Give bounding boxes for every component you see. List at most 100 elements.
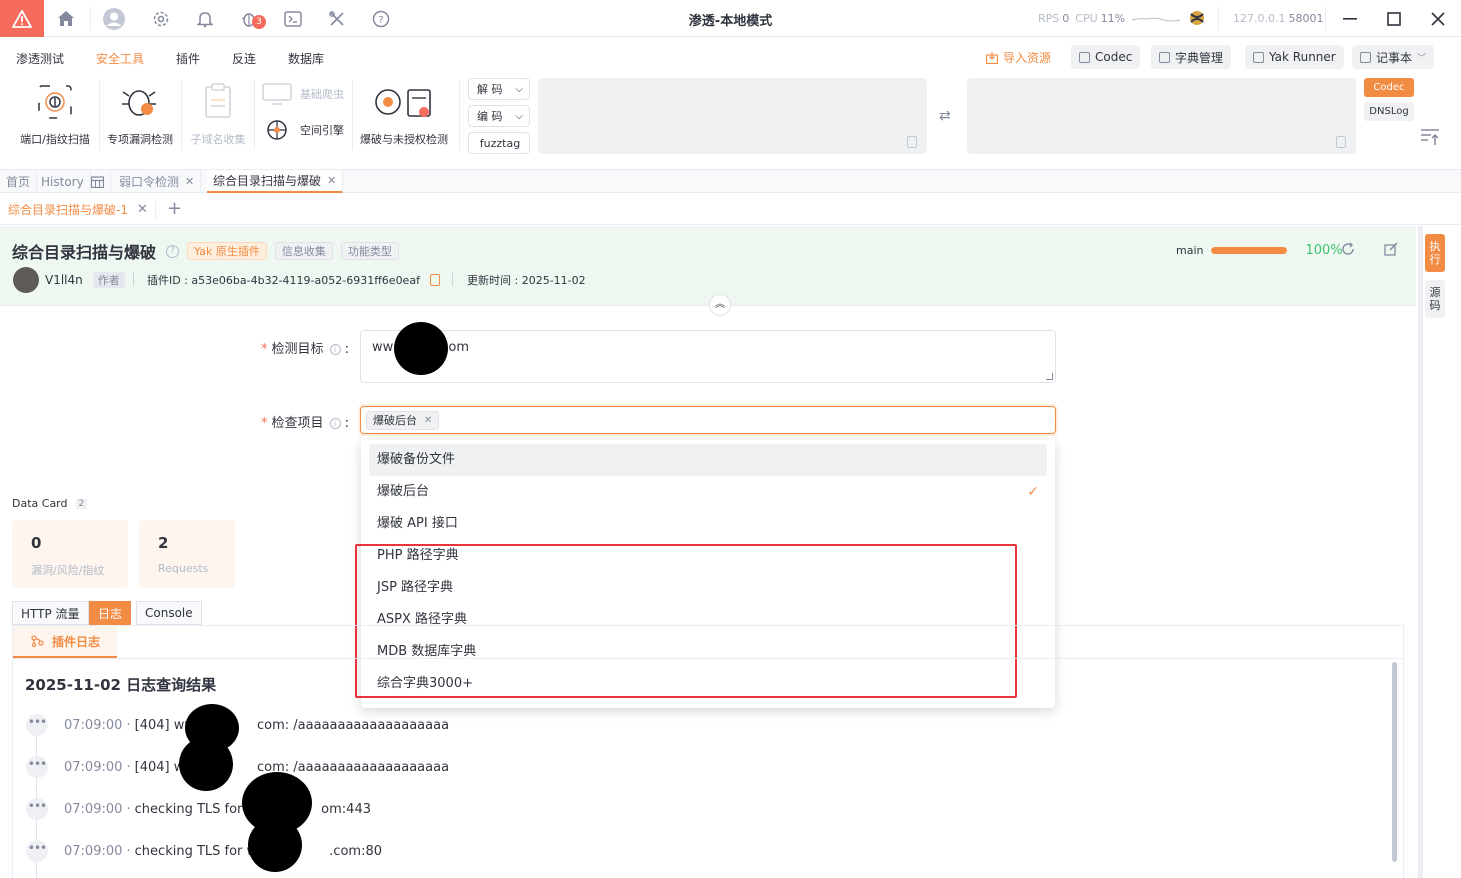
yak-logo-icon	[1187, 8, 1207, 31]
sub-tab-dir-scan-1[interactable]: 综合目录扫描与爆破-1 ✕	[8, 201, 148, 218]
plugin-log-tab[interactable]: 插件日志	[13, 626, 117, 658]
gear-icon[interactable]	[139, 0, 183, 37]
menu-security-tools[interactable]: 安全工具	[96, 50, 144, 67]
tools-icon[interactable]	[315, 0, 359, 37]
source-button[interactable]: 源码	[1425, 280, 1445, 318]
close-icon[interactable]: ✕	[424, 415, 432, 426]
target-input[interactable]: ww com	[360, 330, 1056, 383]
import-resource-label: 导入资源	[1003, 51, 1052, 65]
tool-vuln-scan[interactable]: 专项漏洞检测	[103, 82, 177, 147]
data-card-title: Data Card	[12, 497, 68, 510]
warning-logo-icon[interactable]	[0, 0, 44, 37]
collapse-header-icon[interactable]: ︽	[709, 294, 731, 316]
tool-brute[interactable]: 爆破与未授权检测	[357, 82, 451, 147]
close-icon[interactable]: ✕	[327, 174, 336, 187]
minimize-icon[interactable]	[1328, 0, 1372, 37]
home-icon[interactable]	[44, 0, 88, 37]
tool-subdomain-label: 子域名收集	[190, 133, 246, 146]
tab-history[interactable]: History	[35, 170, 91, 193]
crawler-monitor-icon	[262, 83, 292, 105]
redaction-mark	[248, 818, 302, 872]
menu-plugins[interactable]: 插件	[176, 50, 200, 67]
log-scrollbar[interactable]	[1392, 662, 1397, 862]
tab-calendar[interactable]	[85, 170, 111, 193]
data-card-risk[interactable]: 0 漏洞/风险/指纹	[12, 520, 128, 588]
help-icon[interactable]: ?	[359, 0, 403, 37]
option-api-endpoint[interactable]: 爆破 API 接口	[369, 508, 1047, 540]
selected-tag-label: 爆破后台	[373, 414, 417, 427]
option-php-dict[interactable]: PHP 路径字典	[369, 540, 1047, 572]
bell-icon[interactable]	[183, 0, 227, 37]
option-admin-panel[interactable]: 爆破后台 ✓	[369, 476, 1047, 508]
more-icon[interactable]: •••	[26, 840, 48, 862]
decode-select[interactable]: 解 码 ⌵	[468, 78, 530, 100]
codec-output-area[interactable]	[967, 78, 1356, 154]
rail-scrollbar[interactable]	[1419, 226, 1423, 878]
maximize-icon[interactable]	[1372, 0, 1416, 37]
swap-icon[interactable]: ⇄	[939, 108, 951, 124]
user-avatar-icon[interactable]	[92, 0, 136, 37]
data-card-requests[interactable]: 2 Requests	[139, 520, 235, 588]
import-resource-button[interactable]: 导入资源	[986, 49, 1051, 66]
tool-port-scan[interactable]: 端口/指纹扫描	[14, 82, 96, 147]
tab-http-traffic[interactable]: HTTP 流量	[12, 601, 89, 625]
menu-pentest[interactable]: 渗透测试	[16, 50, 64, 67]
menu-database[interactable]: 数据库	[288, 50, 324, 67]
notebook-button[interactable]: 记事本 ﹀	[1352, 45, 1435, 69]
encode-label: 编 码	[477, 110, 503, 123]
refresh-icon[interactable]	[1341, 242, 1355, 259]
terminal-icon[interactable]	[271, 0, 315, 37]
log-text-b: .com:80	[329, 843, 382, 859]
close-window-icon[interactable]	[1416, 0, 1460, 37]
copy-icon[interactable]	[907, 136, 917, 148]
encode-select[interactable]: 编 码 ⌵	[468, 105, 530, 127]
dnslog-chip[interactable]: DNSLog	[1364, 102, 1414, 121]
tab-logs[interactable]: 日志	[89, 601, 132, 625]
codec-button[interactable]: Codec	[1071, 45, 1141, 69]
option-label: 爆破备份文件	[377, 452, 456, 467]
subdomain-doc-icon	[205, 83, 231, 118]
edit-icon[interactable]	[1384, 242, 1398, 259]
chevron-down-icon: ﹀	[1417, 53, 1427, 64]
progress-fill	[1211, 247, 1288, 254]
author-name: V1ll4n	[45, 273, 83, 287]
more-icon[interactable]: •••	[26, 756, 48, 778]
tab-dir-scan[interactable]: 综合目录扫描与爆破 ✕	[207, 170, 344, 193]
cpu-value: 11%	[1100, 12, 1126, 25]
copy-icon[interactable]	[1336, 136, 1346, 148]
yak-runner-button[interactable]: Yak Runner	[1245, 45, 1344, 69]
help-circle-icon[interactable]: ?	[166, 244, 180, 258]
copy-icon[interactable]	[429, 274, 440, 286]
log-entry: ••• 07:09:00 · checking TLS for w .com:8…	[26, 840, 382, 862]
tool-space-engine[interactable]: 空间引擎	[262, 117, 344, 143]
tab-weak-password[interactable]: 弱口令检测 ✕	[113, 170, 202, 193]
tool-subdomain[interactable]: 子域名收集	[186, 82, 250, 147]
items-multiselect[interactable]: 爆破后台 ✕	[360, 406, 1056, 434]
codec-input-area[interactable]	[538, 78, 927, 154]
add-tab-icon[interactable]: +	[167, 198, 182, 219]
log-text-b: com: /aaaaaaaaaaaaaaaaaaa	[257, 717, 450, 733]
dict-manage-button[interactable]: 字典管理	[1151, 45, 1232, 69]
bug-icon[interactable]: 3	[227, 0, 271, 37]
more-icon[interactable]: •••	[26, 798, 48, 820]
exec-button[interactable]: 执行	[1425, 234, 1445, 272]
codec-chip[interactable]: Codec	[1364, 78, 1414, 97]
dict-label: 字典管理	[1175, 50, 1224, 65]
tag-info-collect: 信息收集	[274, 242, 333, 260]
resize-handle-icon[interactable]	[1046, 373, 1053, 380]
log-heading: 2025-11-02 日志查询结果	[25, 676, 217, 694]
collapse-toolbar-icon[interactable]	[1420, 128, 1440, 149]
tool-crawler[interactable]: 基础爬虫	[262, 83, 344, 105]
target-field-label: * 检测目标 i :	[261, 342, 350, 357]
branch-label: main	[1176, 244, 1204, 257]
tab-console[interactable]: Console	[136, 601, 202, 625]
option-backup-files[interactable]: 爆破备份文件	[369, 444, 1047, 476]
option-jsp-dict[interactable]: JSP 路径字典	[369, 572, 1047, 604]
brute-force-icon	[375, 89, 431, 117]
more-icon[interactable]: •••	[26, 714, 48, 736]
fuzztag-button[interactable]: fuzztag	[468, 132, 530, 154]
close-icon[interactable]: ✕	[137, 202, 148, 217]
close-icon[interactable]: ✕	[185, 175, 194, 188]
tab-home[interactable]: 首页	[0, 170, 38, 193]
menu-reverse[interactable]: 反连	[232, 50, 256, 67]
